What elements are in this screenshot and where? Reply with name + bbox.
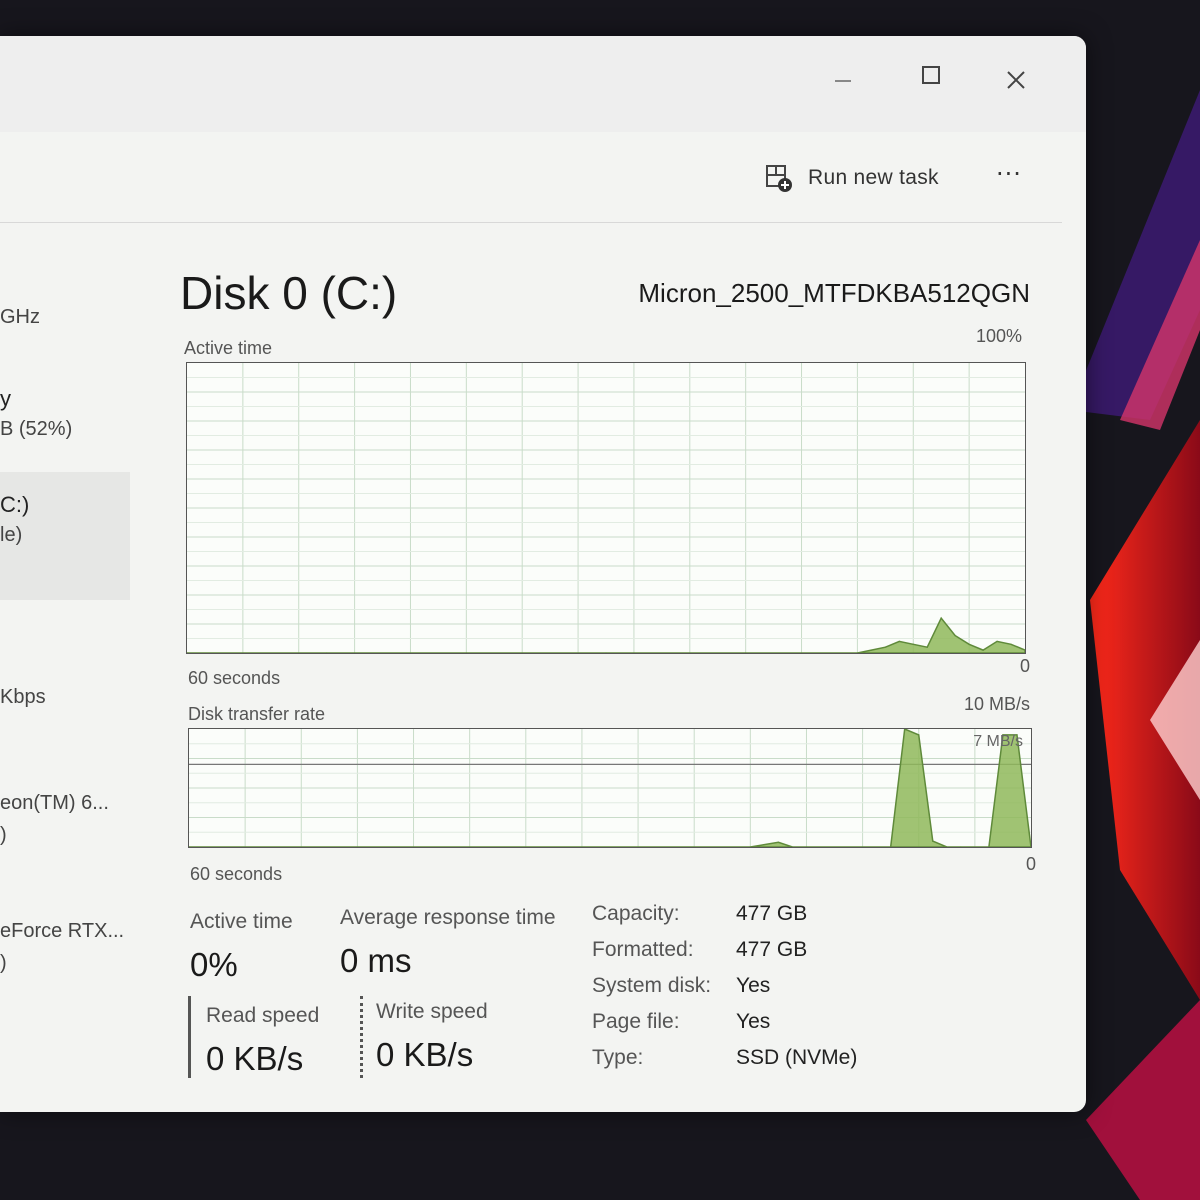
minimize-icon: [835, 80, 851, 82]
performance-sidebar: GHz y B (52%) C:) le) Kbps eon(TM) 6... …: [0, 226, 130, 1106]
data-point: [982, 649, 984, 651]
transfer-rate-chart: 7 MB/s: [188, 728, 1032, 848]
more-options-button[interactable]: ···: [996, 160, 1022, 188]
sidebar-item-title: eForce RTX...: [0, 920, 125, 942]
sidebar-item-disk[interactable]: C:) le): [0, 472, 130, 600]
info-key-formatted: Formatted:: [592, 938, 694, 961]
data-point: [870, 649, 872, 651]
data-point: [777, 841, 780, 843]
active-time-max-label: 100%: [975, 326, 1022, 346]
info-value-system-disk: Yes: [736, 974, 771, 997]
title-bar: [0, 36, 1086, 132]
info-key-page-file: Page file:: [592, 1010, 680, 1033]
data-point: [932, 840, 934, 842]
info-key-system-disk: System disk:: [592, 974, 712, 997]
read-speed-legend-line: [188, 996, 191, 1078]
page-title: Disk 0 (C:): [180, 267, 398, 319]
info-key-type: Type:: [592, 1046, 644, 1069]
write-speed-legend-line: [360, 996, 363, 1078]
info-key-capacity: Capacity:: [592, 902, 680, 925]
data-point: [884, 646, 886, 648]
sidebar-item-title: y: [0, 386, 11, 411]
active-time-stat-label: Active time: [190, 910, 293, 933]
run-new-task-button[interactable]: Run new task: [764, 162, 939, 194]
sidebar-item-subtitle: le): [0, 524, 23, 546]
active-time-min-label: 0: [1019, 656, 1030, 676]
sidebar-item-subtitle: Kbps: [0, 686, 46, 708]
maximize-icon: [922, 66, 940, 84]
info-value-formatted: 477 GB: [736, 938, 808, 961]
disk-model: Micron_2500_MTFDKBA512QGN: [638, 278, 1030, 308]
info-value-page-file: Yes: [736, 1010, 771, 1033]
sidebar-item-title: C:): [0, 492, 30, 517]
series-area: [187, 616, 1025, 653]
run-task-icon: [766, 165, 792, 192]
data-point: [1010, 643, 1012, 645]
maximize-button[interactable]: [910, 54, 950, 94]
sidebar-item-subtitle: ): [0, 824, 7, 846]
active-time-chart: [186, 362, 1026, 654]
sidebar-item-subtitle: ): [0, 952, 7, 974]
read-speed-value: 0 KB/s: [206, 1040, 304, 1077]
transfer-rate-max-label: 10 MB/s: [963, 694, 1030, 714]
sidebar-item-network[interactable]: Kbps: [0, 666, 130, 736]
avg-response-stat-label: Average response time: [340, 906, 556, 929]
transfer-rate-chart-label: Disk transfer rate: [188, 704, 326, 724]
active-time-x-label: 60 seconds: [188, 668, 281, 688]
data-point: [926, 646, 928, 648]
active-time-chart-label: Active time: [184, 338, 273, 358]
command-bar: Run new task: [0, 132, 1062, 223]
minimize-button[interactable]: [822, 54, 862, 94]
transfer-rate-x-label: 60 seconds: [190, 864, 283, 884]
write-speed-label: Write speed: [376, 1000, 488, 1023]
disk-details-panel: Disk 0 (C:) Micron_2500_MTFDKBA512QGN Ac…: [130, 226, 1070, 1106]
transfer-rate-reference-label: 7 MB/s: [973, 733, 1023, 750]
data-point: [954, 635, 956, 637]
data-point: [918, 734, 920, 736]
transfer-rate-min-label: 0: [1025, 854, 1036, 874]
task-manager-window: Run new task ··· GHz y B (52%) C:) le) K…: [0, 36, 1086, 1112]
info-value-type: SSD (NVMe): [736, 1046, 858, 1069]
write-speed-value: 0 KB/s: [376, 1036, 474, 1073]
sidebar-item-cpu[interactable]: GHz: [0, 286, 130, 356]
read-speed-label: Read speed: [206, 1004, 320, 1027]
sidebar-item-title: eon(TM) 6...: [0, 792, 109, 814]
sidebar-item-subtitle: B (52%): [0, 418, 73, 440]
active-time-stat-value: 0%: [190, 946, 238, 983]
data-point: [898, 640, 900, 642]
close-button[interactable]: [996, 54, 1036, 94]
sidebar-item-gpu-0[interactable]: eon(TM) 6... ): [0, 776, 130, 876]
sidebar-item-memory[interactable]: y B (52%): [0, 376, 130, 476]
avg-response-stat-value: 0 ms: [340, 942, 412, 979]
data-point: [912, 643, 914, 645]
close-icon: [1007, 71, 1025, 89]
data-point: [996, 640, 998, 642]
data-point: [968, 643, 970, 645]
run-new-task-label: Run new task: [808, 166, 939, 189]
sidebar-item-subtitle: GHz: [0, 306, 40, 328]
sidebar-item-gpu-1[interactable]: eForce RTX... ): [0, 906, 130, 1006]
info-value-capacity: 477 GB: [736, 902, 808, 925]
data-point: [940, 617, 942, 619]
